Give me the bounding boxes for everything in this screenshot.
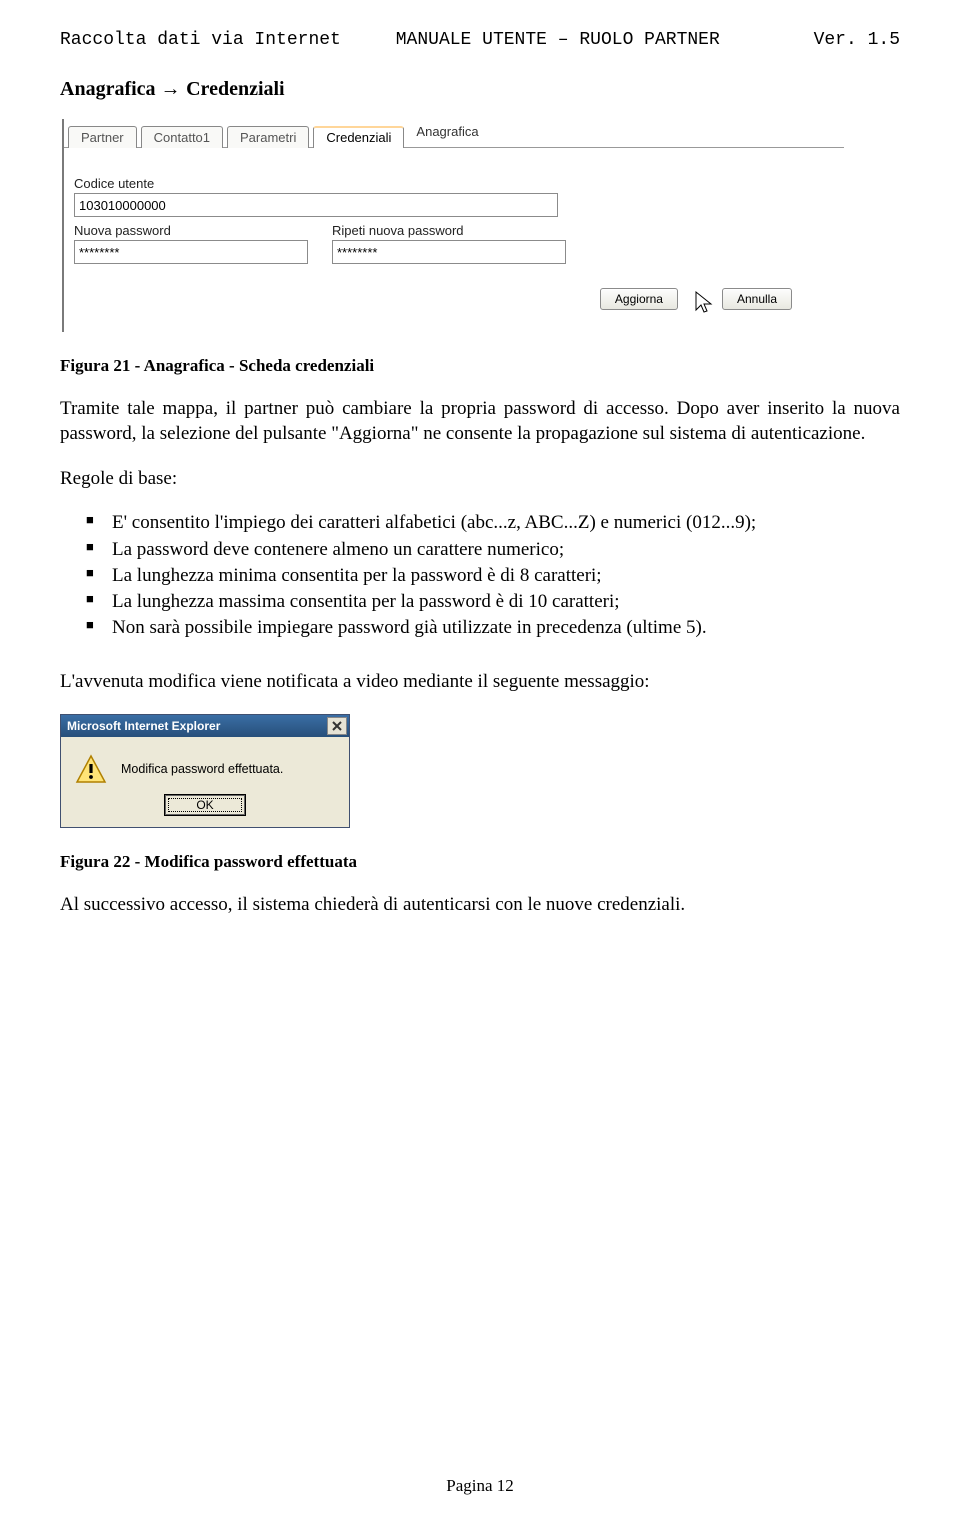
figure-22-caption: Figura 22 - Modifica password effettuata bbox=[60, 852, 900, 872]
aggiorna-button[interactable]: Aggiorna bbox=[600, 288, 678, 310]
rules-list: E' consentito l'impiego dei caratteri al… bbox=[60, 511, 900, 641]
ok-button[interactable]: OK bbox=[165, 795, 244, 815]
codice-utente-input[interactable] bbox=[74, 193, 558, 217]
header-mid: MANUALE UTENTE – RUOLO PARTNER bbox=[371, 30, 744, 50]
tab-parametri[interactable]: Parametri bbox=[227, 126, 309, 148]
rule-item: E' consentito l'impiego dei caratteri al… bbox=[60, 511, 900, 535]
breadcrumb: Anagrafica → Credenziali bbox=[60, 78, 900, 101]
paragraph-intro: Tramite tale mappa, il partner può cambi… bbox=[60, 396, 900, 446]
tab-contatto1[interactable]: Contatto1 bbox=[141, 126, 223, 148]
ripeti-password-input[interactable] bbox=[332, 240, 566, 264]
arrow-right-icon: → bbox=[161, 78, 187, 100]
dialog-title: Microsoft Internet Explorer bbox=[67, 719, 220, 733]
paragraph-notify: L'avvenuta modifica viene notificata a v… bbox=[60, 669, 900, 694]
nuova-password-input[interactable] bbox=[74, 240, 308, 264]
tab-partner[interactable]: Partner bbox=[68, 126, 137, 148]
header-left: Raccolta dati via Internet bbox=[60, 30, 371, 50]
tabs-row: Partner Contatto1 Parametri Credenziali … bbox=[64, 119, 844, 148]
page-footer: Pagina 12 bbox=[0, 1476, 960, 1496]
codice-utente-label: Codice utente bbox=[74, 176, 558, 191]
rule-item: La password deve contenere almeno un car… bbox=[60, 538, 900, 562]
breadcrumb-leaf: Credenziali bbox=[186, 78, 285, 100]
ripeti-password-label: Ripeti nuova password bbox=[332, 223, 566, 238]
close-icon[interactable] bbox=[327, 717, 347, 735]
warning-icon bbox=[75, 753, 107, 785]
tab-credenziali[interactable]: Credenziali bbox=[313, 126, 404, 148]
rule-item: Non sarà possibile impiegare password gi… bbox=[60, 616, 900, 640]
credentials-form-panel: Partner Contatto1 Parametri Credenziali … bbox=[62, 119, 844, 332]
confirmation-dialog: Microsoft Internet Explorer Modifica pas… bbox=[60, 714, 350, 828]
paragraph-rules-heading: Regole di base: bbox=[60, 466, 900, 491]
breadcrumb-root: Anagrafica bbox=[60, 78, 156, 100]
dialog-titlebar: Microsoft Internet Explorer bbox=[61, 715, 349, 737]
nuova-password-label: Nuova password bbox=[74, 223, 308, 238]
header-right: Ver. 1.5 bbox=[744, 30, 900, 50]
annulla-button[interactable]: Annulla bbox=[722, 288, 792, 310]
rule-item: La lunghezza minima consentita per la pa… bbox=[60, 564, 900, 588]
figure-21-caption: Figura 21 - Anagrafica - Scheda credenzi… bbox=[60, 356, 900, 376]
tab-context-label: Anagrafica bbox=[416, 124, 478, 143]
paragraph-next-access: Al successivo accesso, il sistema chiede… bbox=[60, 892, 900, 917]
dialog-message: Modifica password effettuata. bbox=[121, 762, 283, 776]
page-header: Raccolta dati via Internet MANUALE UTENT… bbox=[60, 30, 900, 50]
rule-item: La lunghezza massima consentita per la p… bbox=[60, 590, 900, 614]
